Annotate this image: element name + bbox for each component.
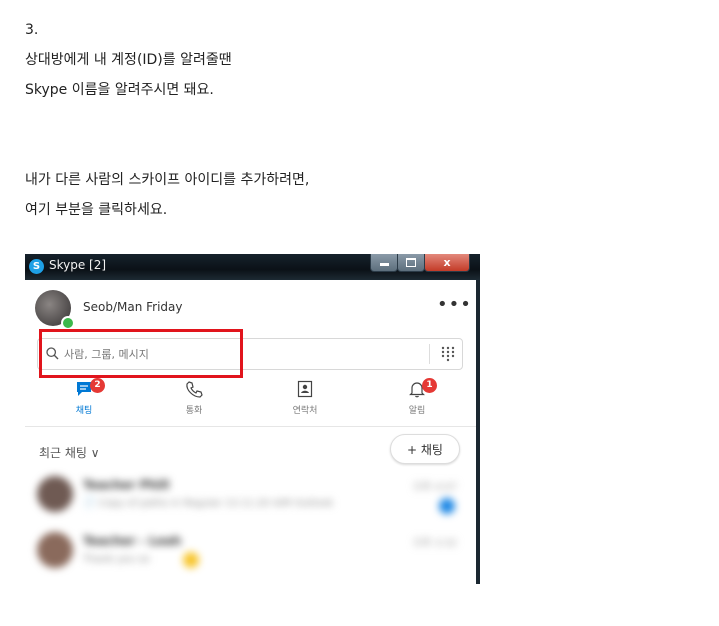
more-options-button[interactable]: ••• — [437, 294, 472, 315]
tab-calls[interactable]: 통화 — [164, 380, 224, 416]
instruction-line-1: 상대방에게 내 계정(ID)를 알려줄땐 — [25, 52, 232, 68]
search-highlight-box — [39, 329, 243, 378]
instruction-line-4: 여기 부분을 클릭하세요. — [25, 202, 168, 218]
chat-preview: Thank you so — [83, 554, 150, 565]
profile-name[interactable]: Seob/Man Friday — [83, 300, 183, 314]
online-status-icon — [61, 316, 75, 330]
chat-time: 오후 4:07 — [412, 482, 457, 493]
list-item[interactable]: Teacher Phill 📄 Copy of paths in Regular… — [33, 472, 463, 520]
tab-notifications[interactable]: 1 알림 — [387, 378, 447, 416]
chat-badge: 2 — [90, 378, 105, 393]
recent-chats-dropdown[interactable]: 최근 채팅 ∨ — [39, 444, 100, 461]
window-titlebar: S Skype [2] x — [25, 254, 480, 280]
instruction-line-3: 내가 다른 사람의 스카이프 아이디를 추가하려면, — [25, 172, 310, 188]
minimize-button[interactable] — [370, 254, 398, 272]
skype-window-screenshot: S Skype [2] x Seob/Man Friday ••• 사람, 그룹… — [25, 254, 480, 584]
step-number: 3. — [25, 22, 39, 38]
window-title: Skype [2] — [49, 258, 107, 272]
tab-contacts[interactable]: 연락처 — [275, 380, 335, 416]
tab-chat[interactable]: 2 채팅 — [54, 378, 114, 416]
tab-notifications-label: 알림 — [408, 406, 426, 416]
tab-contacts-label: 연락처 — [292, 406, 318, 416]
unread-badge — [439, 498, 455, 514]
close-button[interactable]: x — [424, 254, 470, 272]
instruction-paragraph-2: 내가 다른 사람의 스카이프 아이디를 추가하려면, 여기 부분을 클릭하세요. — [25, 165, 309, 225]
tab-chat-label: 채팅 — [75, 406, 93, 416]
list-item[interactable]: Teacher - Leah Thank you so 오후 3:32 — [33, 528, 463, 576]
contacts-icon — [297, 380, 313, 398]
phone-icon — [186, 381, 203, 398]
skype-logo-icon: S — [29, 259, 44, 274]
chat-name: Teacher Phill — [83, 478, 170, 492]
chat-name: Teacher - Leah — [83, 534, 182, 548]
chat-time: 오후 3:32 — [412, 538, 457, 549]
instruction-line-2: Skype 이름을 알려주시면 돼요. — [25, 82, 214, 98]
skype-main-panel: Seob/Man Friday ••• 사람, 그룹, 메시지 2 채팅 통화 … — [25, 280, 480, 584]
maximize-button[interactable] — [397, 254, 425, 272]
notification-badge: 1 — [422, 378, 437, 393]
tab-calls-label: 통화 — [185, 406, 203, 416]
chat-preview: 📄 Copy of paths in Regular 13.11.20 4/M … — [83, 498, 334, 509]
dialpad-icon[interactable] — [441, 346, 455, 362]
maximize-icon — [406, 258, 416, 267]
emoji-icon — [183, 552, 199, 568]
avatar — [37, 532, 73, 568]
minimize-icon — [379, 263, 389, 266]
new-chat-button[interactable]: + 채팅 — [390, 434, 460, 464]
section-divider — [25, 426, 476, 427]
avatar — [37, 476, 73, 512]
instruction-paragraph-1: 3. 상대방에게 내 계정(ID)를 알려줄땐 Skype 이름을 알려주시면 … — [25, 15, 232, 105]
search-divider — [429, 344, 430, 364]
